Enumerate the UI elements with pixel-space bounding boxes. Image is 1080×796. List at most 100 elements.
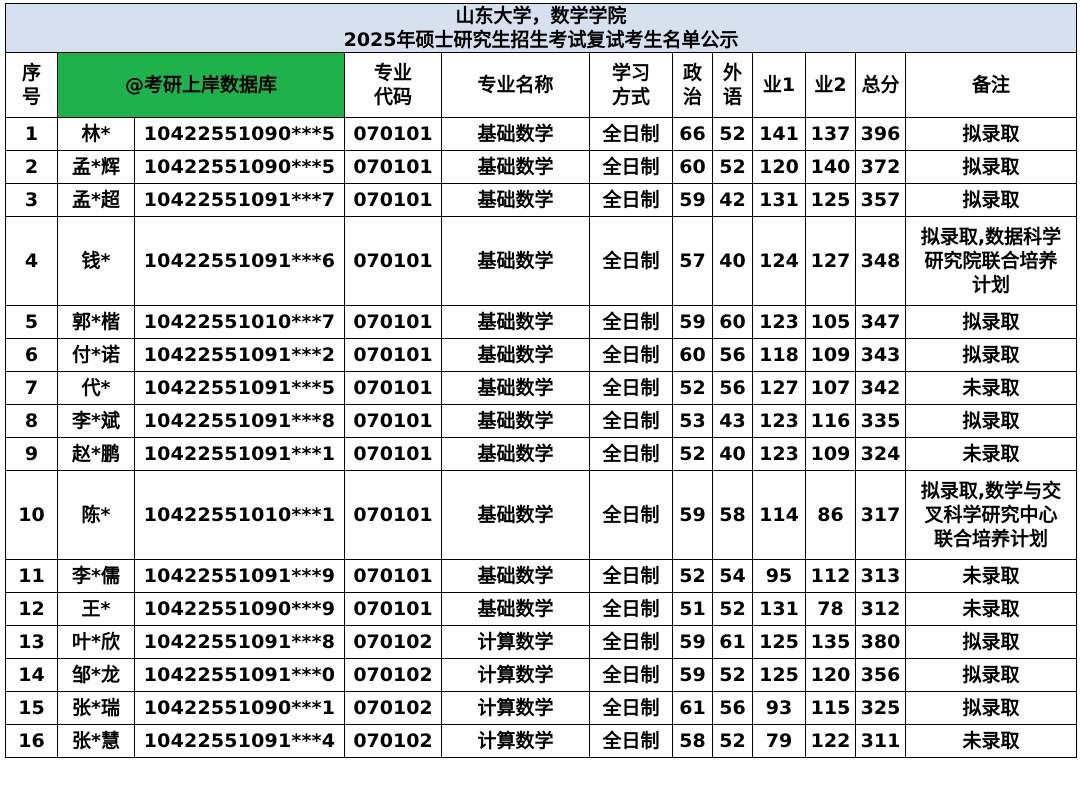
cell-subject1: 123: [752, 437, 806, 471]
cell-major-name: 基础数学: [441, 150, 590, 184]
table-row: 12 王* 10422551090***9 070101 基础数学 全日制 51 52 131 7…: [5, 592, 1078, 626]
cell-name: 郭*楷: [57, 305, 135, 339]
cell-name: 付*诺: [57, 338, 135, 372]
cell-foreign-language: 56: [712, 371, 753, 405]
cell-note: 未录取: [904, 437, 1078, 471]
cell-study-mode: 全日制: [589, 625, 673, 659]
cell-subject1: 95: [752, 559, 806, 593]
note-line: 拟录取,数据科学: [920, 226, 1062, 248]
cell-exam-id: 10422551091***6: [134, 216, 345, 306]
cell-subject2: 109: [805, 437, 856, 471]
cell-foreign-language: 61: [712, 625, 753, 659]
cell-politics: 61: [672, 691, 713, 725]
cell-subject2: 137: [805, 117, 856, 151]
cell-study-mode: 全日制: [589, 404, 673, 438]
cell-exam-id: 10422551090***5: [134, 150, 345, 184]
cell-subject2: 112: [805, 559, 856, 593]
cell-note: 拟录取: [904, 150, 1078, 184]
cell-study-mode: 全日制: [589, 592, 673, 626]
cell-major-name: 计算数学: [441, 724, 590, 758]
cell-note: 拟录取: [904, 117, 1078, 151]
table-title: 山东大学，数学学院 2025年硕士研究生招生考试复试考生名单公示: [4, 3, 1078, 53]
cell-name: 代*: [57, 371, 135, 405]
cell-study-mode: 全日制: [589, 305, 673, 339]
note-line: 拟录取: [962, 189, 1020, 211]
cell-subject1: 131: [752, 183, 806, 217]
cell-major-code: 070102: [344, 625, 442, 659]
cell-foreign-language: 52: [712, 658, 753, 692]
table-row: 3 孟*超 10422551091***7 070101 基础数学 全日制 59 42 131 1…: [5, 183, 1078, 217]
cell-major-name: 计算数学: [441, 658, 590, 692]
cell-study-mode: 全日制: [589, 338, 673, 372]
cell-major-code: 070101: [344, 338, 442, 372]
cell-major-name: 基础数学: [441, 216, 590, 306]
cell-total: 313: [855, 559, 906, 593]
cell-name: 孟*辉: [57, 150, 135, 184]
table-row: 10 陈* 10422551010***1 070101 基础数学 全日制 59 58 114 8…: [5, 470, 1078, 560]
cell-study-mode: 全日制: [589, 371, 673, 405]
cell-note: 拟录取: [904, 625, 1078, 659]
cell-foreign-language: 52: [712, 724, 753, 758]
table-row: 6 付*诺 10422551091***2 070101 基础数学 全日制 60 56 118 1…: [5, 338, 1078, 372]
cell-politics: 58: [672, 724, 713, 758]
cell-major-name: 基础数学: [441, 437, 590, 471]
header-study-mode: 学习 方式: [589, 52, 673, 118]
cell-major-code: 070101: [344, 183, 442, 217]
cell-study-mode: 全日制: [589, 150, 673, 184]
cell-major-name: 计算数学: [441, 691, 590, 725]
cell-foreign-language: 52: [712, 150, 753, 184]
cell-seq: 4: [5, 216, 58, 306]
table-row: 5 郭*楷 10422551010***7 070101 基础数学 全日制 59 60 123 1…: [5, 305, 1078, 339]
table-row: 4 钱* 10422551091***6 070101 基础数学 全日制 57 40 124 12…: [5, 216, 1078, 306]
cell-total: 348: [855, 216, 906, 306]
cell-total: 380: [855, 625, 906, 659]
cell-seq: 12: [5, 592, 58, 626]
cell-note: 拟录取,数据科学 研究院联合培养 计划: [904, 216, 1078, 306]
cell-foreign-language: 58: [712, 470, 753, 560]
cell-subject1: 131: [752, 592, 806, 626]
header-row: 序号 @考研上岸数据库 专业 代码 专业名称 学习 方式 政治 外语 业1 业2 总…: [5, 52, 1078, 118]
cell-major-code: 070101: [344, 150, 442, 184]
table-row: 2 孟*辉 10422551090***5 070101 基础数学 全日制 60 52 120 1…: [5, 150, 1078, 184]
cell-note: 拟录取: [904, 338, 1078, 372]
cell-exam-id: 10422551091***5: [134, 371, 345, 405]
cell-subject1: 123: [752, 404, 806, 438]
cell-total: 343: [855, 338, 906, 372]
cell-exam-id: 10422551091***4: [134, 724, 345, 758]
cell-study-mode: 全日制: [589, 117, 673, 151]
header-foreign-language: 外语: [712, 52, 753, 118]
cell-politics: 51: [672, 592, 713, 626]
title-line1: 山东大学，数学学院: [455, 5, 627, 27]
cell-subject2: 107: [805, 371, 856, 405]
cell-subject2: 116: [805, 404, 856, 438]
cell-politics: 52: [672, 371, 713, 405]
cell-politics: 59: [672, 625, 713, 659]
title-line2: 2025年硕士研究生招生考试复试考生名单公示: [343, 29, 739, 51]
cell-subject2: 109: [805, 338, 856, 372]
note-line: 拟录取: [962, 156, 1020, 178]
header-major-name: 专业名称: [441, 52, 590, 118]
cell-note: 未录取: [904, 371, 1078, 405]
note-line: 未录取: [962, 565, 1020, 587]
cell-foreign-language: 43: [712, 404, 753, 438]
cell-major-code: 070102: [344, 691, 442, 725]
cell-seq: 5: [5, 305, 58, 339]
note-line: 未录取: [962, 598, 1020, 620]
cell-politics: 52: [672, 437, 713, 471]
cell-seq: 7: [5, 371, 58, 405]
cell-name: 钱*: [57, 216, 135, 306]
cell-name: 张*慧: [57, 724, 135, 758]
header-seq: 序号: [5, 52, 58, 118]
cell-subject1: 93: [752, 691, 806, 725]
cell-subject1: 123: [752, 305, 806, 339]
cell-subject2: 120: [805, 658, 856, 692]
cell-major-name: 基础数学: [441, 338, 590, 372]
table-row: 16 张*慧 10422551091***4 070102 计算数学 全日制 58 52 79 1…: [5, 724, 1078, 758]
cell-total: 396: [855, 117, 906, 151]
note-line: 拟录取,数学与交: [920, 480, 1062, 502]
cell-exam-id: 10422551091***1: [134, 437, 345, 471]
note-line: 未录取: [962, 730, 1020, 752]
cell-note: 拟录取: [904, 691, 1078, 725]
cell-major-name: 基础数学: [441, 470, 590, 560]
spreadsheet: 山东大学，数学学院 2025年硕士研究生招生考试复试考生名单公示 序号 @考研上…: [0, 0, 1080, 796]
